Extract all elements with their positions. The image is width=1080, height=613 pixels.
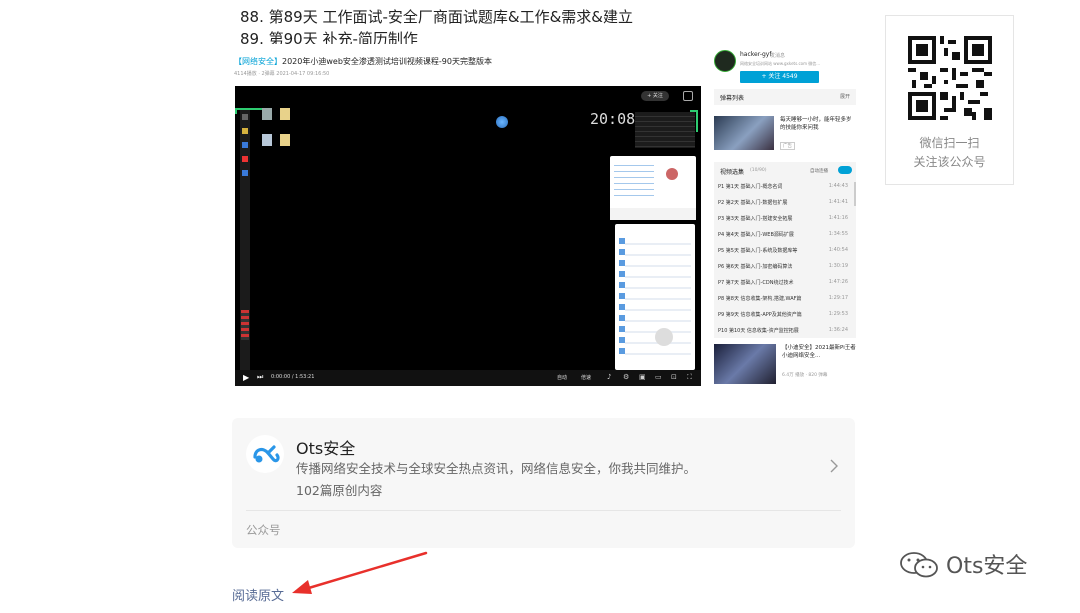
card-divider <box>246 510 841 511</box>
recommend-thumbnail[interactable] <box>714 344 776 384</box>
uploader-name[interactable]: hacker-gyf <box>740 51 771 58</box>
network-icon <box>262 134 272 146</box>
play-icon[interactable]: ▶ <box>243 373 249 382</box>
next-icon[interactable]: ⏭ <box>257 373 263 382</box>
desktop-taskbar <box>240 110 250 380</box>
ots-logo-icon <box>253 445 280 463</box>
wechat-icon <box>900 552 938 578</box>
contact-list-popup <box>615 224 695 370</box>
quality-button[interactable]: 自动 <box>557 374 567 381</box>
annotation-arrow <box>292 551 428 594</box>
playlist-item[interactable]: P3 第3天 基础入门-搭建安全拓展 1:41:16 <box>718 215 854 222</box>
desktop-bracket <box>690 110 698 132</box>
video-player[interactable]: + 关注 20:08 ▶ ⏭ 0:00:00 / 1:53:21 自动 倍速 ♪… <box>235 86 701 386</box>
playlist-item[interactable]: P7 第7天 基础入门-CDN绕过技术 1:47:26 <box>718 279 854 286</box>
qr-caption-2: 关注该公众号 <box>913 155 986 169</box>
player-controls[interactable]: ▶ ⏭ 0:00:00 / 1:53:21 自动 倍速 ♪ ⚙ ▣ ▭ ⊡ ⛶ <box>235 370 701 386</box>
playlist-header: 视频选集 <box>720 169 745 176</box>
playlist-item[interactable]: P2 第2天 基础入门-数据包扩展 1:41:41 <box>718 199 854 206</box>
danmaku-bar[interactable]: 弹幕列表 展开 <box>714 89 856 105</box>
ad-title[interactable]: 每天睡够一小时，能年轻多岁的技能你来问我 <box>780 116 856 132</box>
volume-icon[interactable]: ♪ <box>607 373 611 381</box>
list-item-89: 88. 第89天 工作面试-安全厂商面试题库&工作&需求&建立 <box>240 8 633 26</box>
player-time: 0:00:00 / 1:53:21 <box>271 374 315 380</box>
playlist-count: (10/90) <box>750 168 767 173</box>
account-description: 传播网络安全技术与全球安全热点资讯，网络信息安全，你我共同维护。 <box>296 461 697 476</box>
playlist-item[interactable]: P10 第10天 信息收集-资产监控拓展 1:36:24 <box>718 327 854 334</box>
ad-tag: 广告 <box>780 142 795 150</box>
qr-code-panel: 微信扫一扫 关注该公众号 <box>885 15 1014 185</box>
article-count: 102篇原创内容 <box>296 483 383 498</box>
read-original-link[interactable]: 阅读原文 <box>232 585 284 604</box>
autoplay-label: 自动连播 <box>810 169 828 174</box>
video-screenshot[interactable]: 【网络安全】2020年小迪web安全渗透测试培训视频课程-90天完整版本 411… <box>232 44 860 388</box>
danmaku-toggle[interactable]: 展开 <box>840 93 850 100</box>
danmaku-header: 弹幕列表 <box>720 95 745 102</box>
playlist-item[interactable]: P6 第6天 基础入门-加密编码算法 1:30:19 <box>718 263 854 270</box>
recycle-bin-icon <box>262 108 272 120</box>
chevron-right-icon <box>830 459 838 473</box>
player-top-right: + 关注 <box>635 88 695 104</box>
avatar[interactable] <box>714 50 736 72</box>
card-footer-label: 公众号 <box>246 523 281 537</box>
playlist-item[interactable]: P4 第4天 基础入门-WEB源码扩展 1:34:55 <box>718 231 854 238</box>
account-card[interactable]: Ots安全 传播网络安全技术与全球安全热点资讯，网络信息安全，你我共同维护。 1… <box>232 418 855 548</box>
recommend-meta: 6.4万 播放 · 820 弹幕 <box>782 373 828 378</box>
qr-caption-1: 微信扫一扫 <box>919 136 980 150</box>
folder-icon <box>280 134 290 146</box>
speed-button[interactable]: 倍速 <box>581 374 591 381</box>
ad-thumbnail[interactable] <box>714 116 774 150</box>
video-title: 【网络安全】2020年小迪web安全渗透测试培训视频课程-90天完整版本 <box>234 57 492 66</box>
globe-icon <box>496 116 508 128</box>
playlist-item[interactable]: P1 第1天 基础入门-概念名词 1:44:43 <box>718 183 854 190</box>
playlist-item[interactable]: P5 第5天 基础入门-系统及数据库等 1:40:54 <box>718 247 854 254</box>
desktop-clock: 20:08 <box>590 110 636 128</box>
message-link[interactable]: 发消息 <box>770 52 785 59</box>
recommend-title[interactable]: 【小迪安全】2021最新Pi王者小迪网络安全... <box>782 344 856 360</box>
account-logo <box>246 435 284 473</box>
widescreen-icon[interactable]: ▭ <box>655 373 662 381</box>
follow-button[interactable]: + 关注 4549 <box>740 71 819 83</box>
desktop-widget <box>635 112 695 148</box>
autoplay-toggle[interactable] <box>838 166 852 174</box>
playlist-item[interactable]: P8 第8天 信息收集-架构,搭建,WAF篇 1:29:17 <box>718 295 854 302</box>
uploader-desc: 网络安全培训网站 www.gxkets.com 微信... <box>740 61 821 66</box>
qr-code-image <box>908 36 992 120</box>
account-name: Ots安全 <box>296 439 356 458</box>
watermark-text: Ots安全 <box>946 554 1028 579</box>
playlist-item[interactable]: P9 第9天 信息收集-APP及其他资产篇 1:29:53 <box>718 311 854 318</box>
fullscreen-icon[interactable]: ⛶ <box>687 373 692 382</box>
folder-icon <box>280 108 290 120</box>
video-sidebar: hacker-gyf 发消息 网络安全培训网站 www.gxkets.com 微… <box>712 44 860 388</box>
playlist-scrollbar[interactable] <box>854 182 856 206</box>
pip-icon[interactable]: ▣ <box>639 373 646 381</box>
video-meta: 4114播放 · 2弹幕 2021-04-17 09:16:50 <box>234 71 330 77</box>
settings-icon[interactable]: ⚙ <box>623 373 629 381</box>
chat-popup <box>610 156 696 220</box>
webfullscreen-icon[interactable]: ⊡ <box>671 373 677 381</box>
